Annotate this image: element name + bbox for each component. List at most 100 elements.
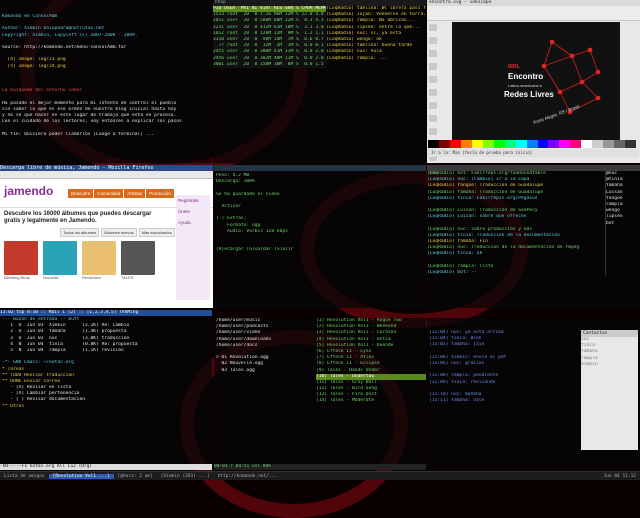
palette-swatch[interactable] [537,140,549,148]
irc-window[interactable]: [LoqRadio] bot: Fakirreps.org/fooRoundta… [427,165,640,308]
inkscape-canvas[interactable]: IRRL Encontro Latino-americano e Redes L… [452,22,620,140]
sidebar-link[interactable]: Regístrate [176,195,210,206]
nav-link[interactable]: Artistas [124,189,146,198]
palette-swatch[interactable] [570,140,582,148]
pencil-tool-icon[interactable] [429,115,437,122]
rect-tool-icon[interactable] [429,63,437,70]
nav-link[interactable]: Promoción [146,189,174,198]
nav-link[interactable]: Comunidad [94,189,124,198]
palette-swatch[interactable] [438,140,450,148]
site-sidebar: Regístrate Únete Ayuda [176,195,210,300]
select-tool-icon[interactable] [429,24,437,31]
taskbar-item[interactable]: [Revolution Vol1 ...] [48,473,114,479]
browser-toolbar[interactable] [0,171,213,179]
palette-swatch[interactable] [614,140,626,148]
color-palette[interactable] [428,140,637,148]
tool-palette[interactable] [428,22,450,174]
album-cover[interactable] [121,241,155,275]
taskbar-item[interactable]: [Ximkin (201) ...] [157,474,214,479]
terminal-top-left[interactable]: Komando en ConsolAdm Author: Ximkin boiup… [0,0,212,163]
sidebar-link[interactable]: Únete [176,206,210,217]
inkscape-toolbar[interactable] [427,6,640,21]
file-item: 03 Tales.ogg [216,367,255,373]
clock: Jun 04 11:12 [603,473,636,479]
terminal-text: Peso: 4.2 MB Descarga: 100% Se ha guardado… [214,171,426,255]
palette-swatch[interactable] [526,140,538,148]
user-item: bot [606,220,615,226]
star-tool-icon[interactable] [429,89,437,96]
nav-link[interactable]: Descubre [68,189,94,198]
page-headline: Descubre los 16000 álbumes que puedes de… [4,211,152,224]
palette-swatch[interactable] [504,140,516,148]
emacs-window[interactable]: 11:02 top B:10 :: Mail 1 (2) :: [1,2,3,4… [0,310,212,470]
roster-list: nuc tinia Yamaha rampla Ximkin [581,337,638,368]
album-cover[interactable] [43,241,77,275]
process-row: 2455 user 20 0 300M 41M 11M S 0.0 2.0 [213,49,324,55]
file-browser: /home/user/music/home/user/podcasts/home… [214,318,316,405]
terminal-mid-middle[interactable]: Peso: 4.2 MB Descarga: 100% Se ha guardado… [214,165,426,308]
palette-swatch[interactable] [428,140,439,148]
zoom-tool-icon[interactable] [429,50,437,57]
im-window[interactable]: [11:04] nuc: ya está arriba [11:04] tinia… [427,318,640,470]
process-row: 2011 user 20 0 580M 88M 22M S 8.3 4.3 [213,18,324,24]
inkscape-statusbar: Ir a la: Mas (tecla de prueba para inici… [428,149,639,157]
user-list: @nuc @tinia Yamaha Luisan Yangoe rampla wengo l… [605,171,640,277]
roster-title: Contactos [581,330,638,337]
music-player[interactable]: /home/user/music/home/user/podcasts/home… [214,318,426,470]
palette-swatch[interactable] [493,140,505,148]
palette-swatch[interactable] [548,140,560,148]
text-line: (R)ecargar (G)uardar (S)alir [216,247,294,253]
palette-swatch[interactable] [625,140,637,148]
palette-swatch[interactable] [559,140,571,148]
palette-swatch[interactable] [471,140,483,148]
spiral-tool-icon[interactable] [429,102,437,109]
album-card[interactable]: Bleeding Birds [4,241,38,280]
palette-swatch[interactable] [515,140,527,148]
palette-swatch[interactable] [581,140,593,148]
process-row: 2231 user 20 0 412M 61M 18M S 3.1 3.0 [213,24,324,30]
palette-swatch[interactable] [592,140,604,148]
chat-line: [LoqRadio] bot: -- [427,270,477,275]
terminal-top-middle[interactable]: htop PID USER PRI NI VIRT RES SHR S CPU%… [213,0,426,163]
palette-swatch[interactable] [603,140,615,148]
album-tab[interactable]: Álbumes nuevos [101,228,137,237]
roster-panel: Contactos nuc tinia Yamaha rampla Ximkin [581,330,638,450]
terminal-text: Komando en ConsolAdm Author: Ximkin boiup… [0,0,212,138]
browser-window[interactable]: Descarga libre de música, Jamendo - Mozi… [0,165,213,308]
chat-line: [LoqRadio] rampla: No abricas... [326,18,415,24]
ellipse-tool-icon[interactable] [429,76,437,83]
pen-tool-icon[interactable] [429,128,437,135]
playlist: [1] Revolution Vol1 - Rogue Two [2] Revol… [316,318,426,405]
taskbar-item[interactable]: Lista de amigos [0,474,49,479]
message-line: [11:11] Yamaha: vale [429,398,485,404]
palette-swatch[interactable] [460,140,472,148]
chat-line: [LoqRadio] lipsen: entre lo que... [326,24,421,30]
site-logo[interactable]: jamendo [4,184,53,198]
taskbar: Lista de amigos [Revolution Vol1 ...] [@ho… [0,471,640,480]
album-card[interactable]: Nouvelle [43,241,77,280]
text-line: Con el cuidado de los lectores, voy ento… [2,119,182,125]
process-row: 2456 user 20 0 302M 40M 11M S 0.0 2.0 [213,55,324,61]
chat-log: [LoqRadio] tamlina: Wl ibrera pass fab..… [326,6,426,68]
palette-swatch[interactable] [482,140,494,148]
node-tool-icon[interactable] [429,37,437,44]
album-label: Nouvelle [43,275,59,280]
album-cover[interactable] [82,241,116,275]
sidebar-link[interactable]: Ayuda [176,217,210,228]
poster-heading: Redes Livres [504,90,554,99]
taskbar-item[interactable]: [@hora: 2 am] [114,474,157,479]
album-card[interactable]: Revolution [82,241,116,280]
taskbar-item[interactable]: http://komando.net/... [214,474,282,479]
poster-title: Encontro [508,72,544,81]
album-tab[interactable]: Más escuchados [138,228,175,237]
emacs-modeline: -UU-:---F1 notas.org All L12 (Org) [0,464,212,470]
album-tab[interactable]: Todos los álbumes [60,228,100,237]
track-item: [14] Tales - Moderate [316,398,375,404]
process-row: 3001 user 20 0 150M 30M 8M S 0.0 1.5 [213,61,324,67]
album-card[interactable]: TALES [121,241,155,280]
palette-swatch[interactable] [449,140,461,148]
poster-subtitle: Latino-americano e [508,83,543,88]
contact-item: Ximkin [581,361,598,367]
album-cover[interactable] [4,241,38,275]
text-line: ** Otros [2,403,25,409]
